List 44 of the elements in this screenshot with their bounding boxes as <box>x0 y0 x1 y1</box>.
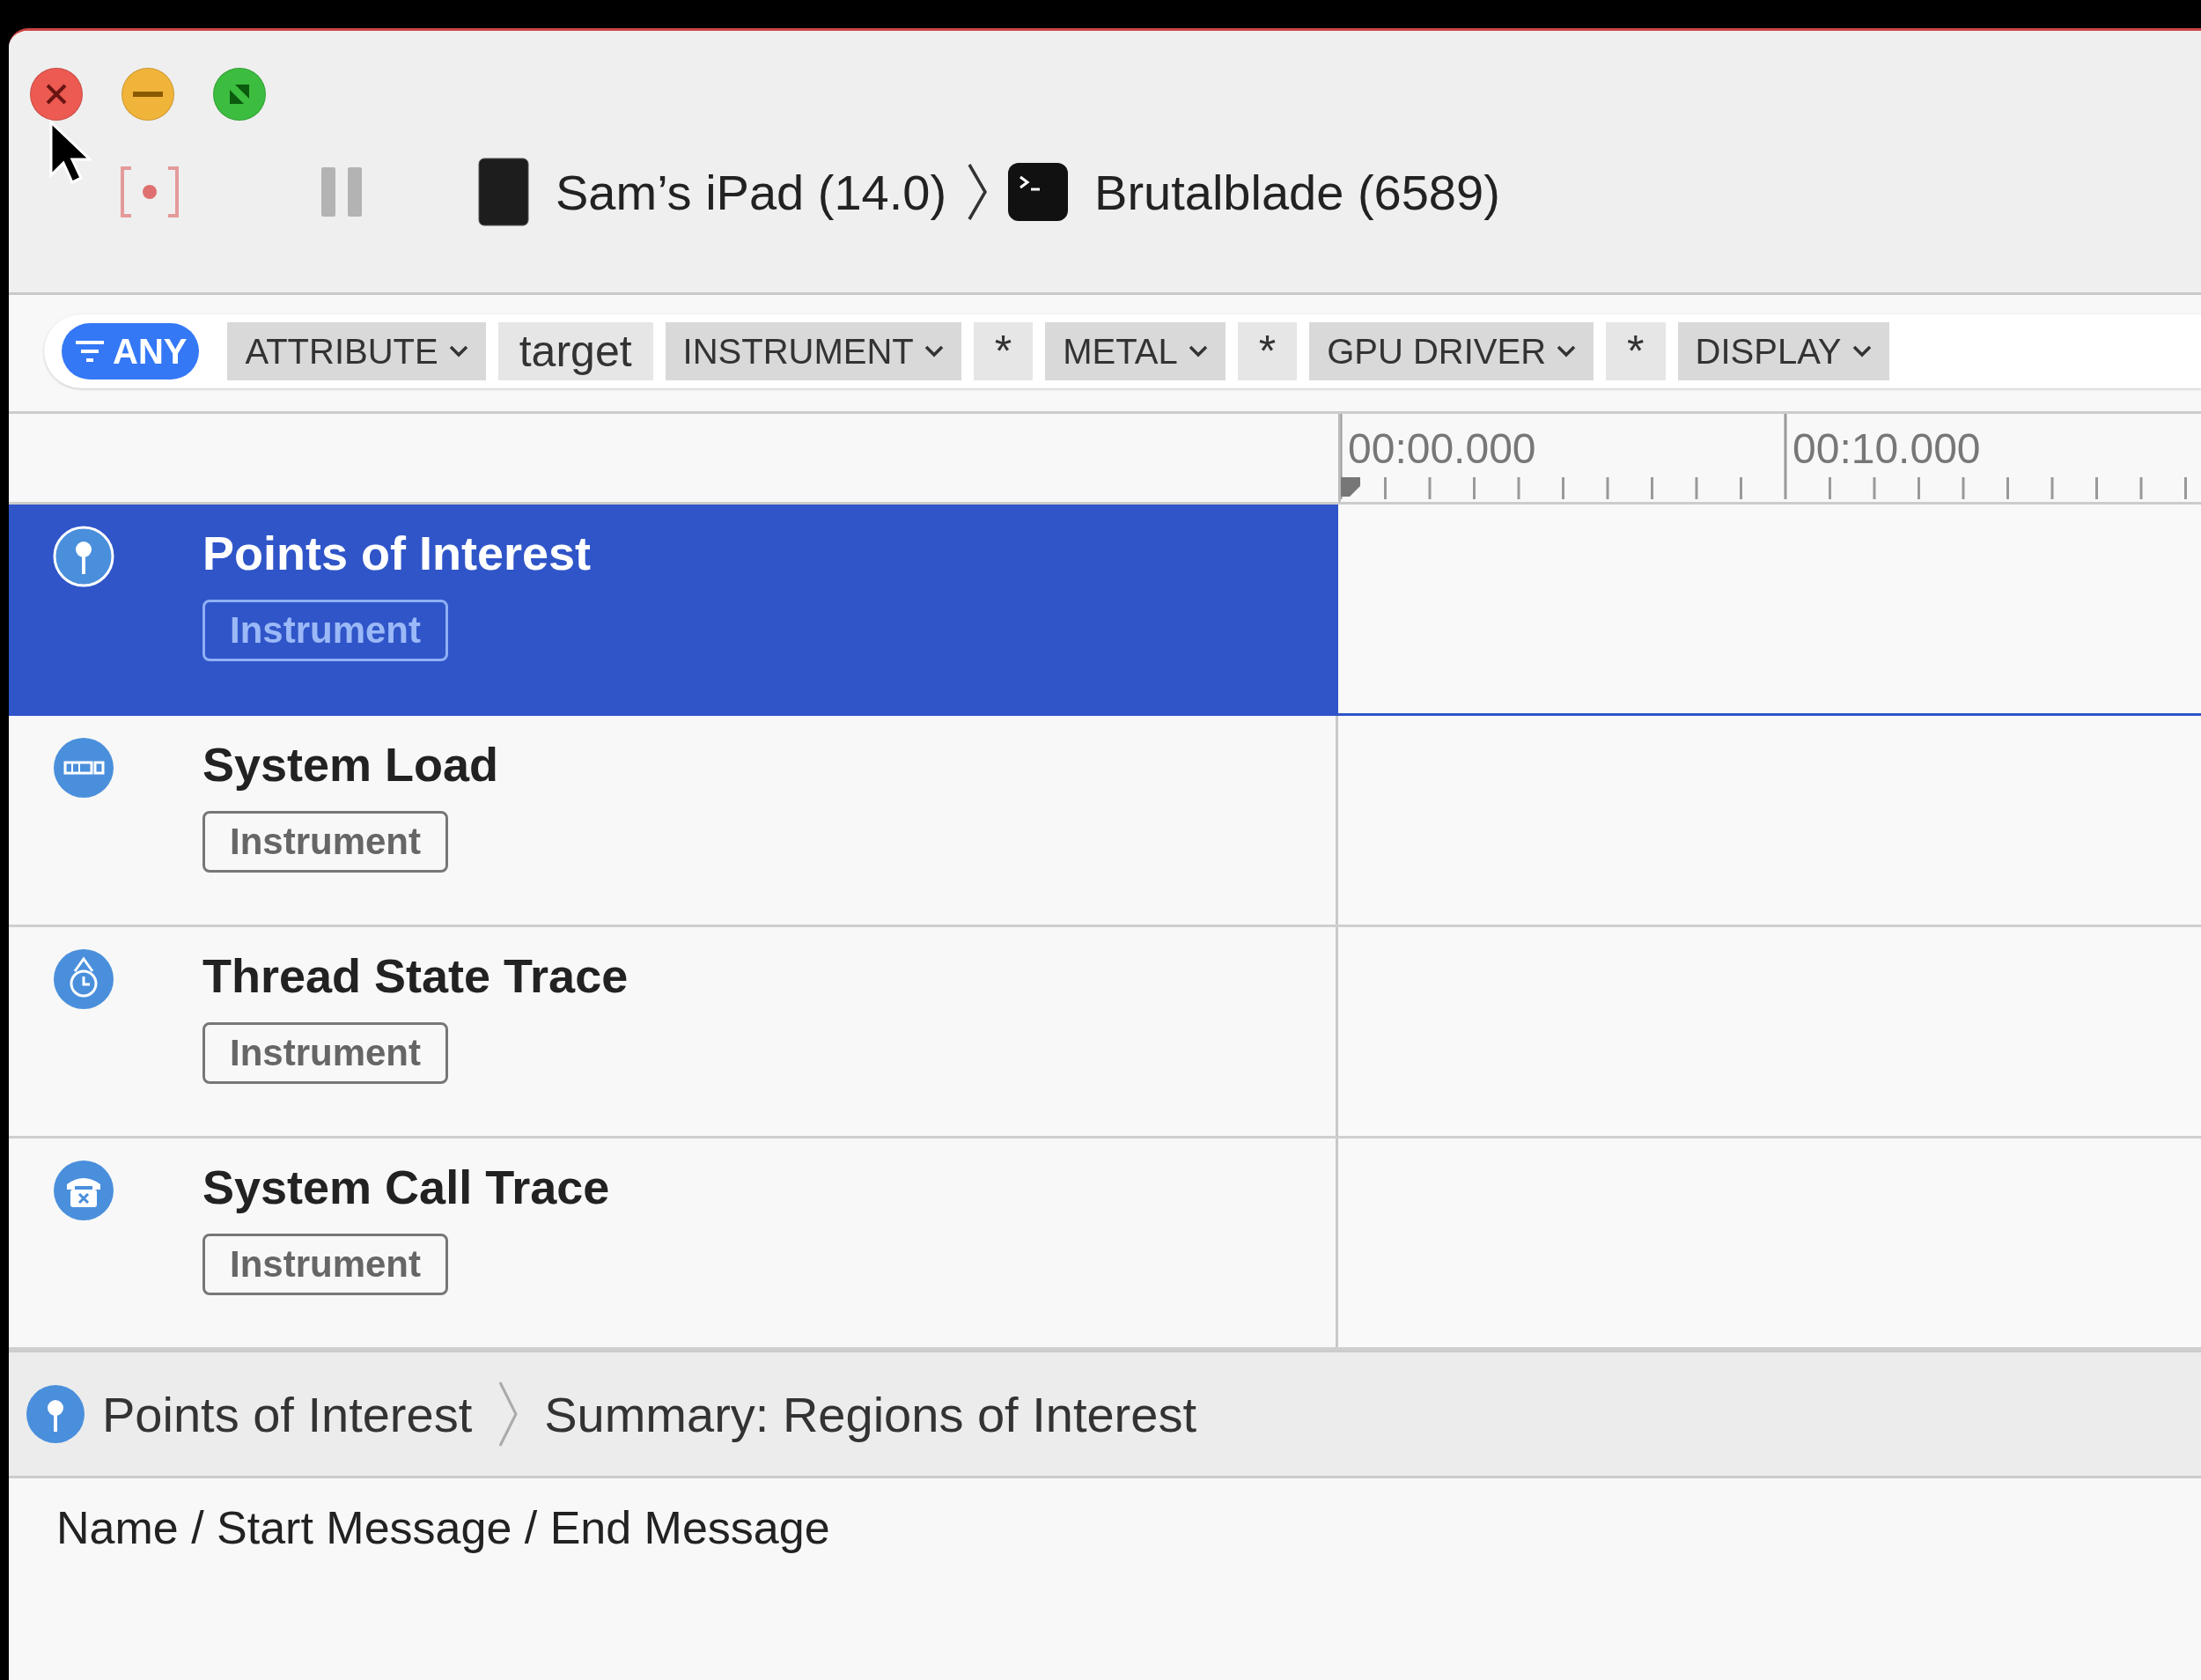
breadcrumb-item[interactable]: Summary: Regions of Interest <box>544 1385 1196 1443</box>
gauge-icon <box>53 737 114 799</box>
terminal-icon <box>1008 163 1069 221</box>
breadcrumb-item[interactable]: Points of Interest <box>102 1385 473 1443</box>
process-name[interactable]: Brutalblade (6589) <box>1094 163 1500 221</box>
track-name: Points of Interest <box>202 526 592 580</box>
chevron-down-icon <box>1557 345 1577 357</box>
chevron-down-icon <box>924 345 944 357</box>
filter-dropdown[interactable]: INSTRUMENT <box>665 322 961 380</box>
instrument-tag: Instrument <box>202 1234 448 1295</box>
clock-icon <box>53 948 114 1010</box>
device-name[interactable]: Sam’s iPad (14.0) <box>556 163 947 221</box>
filter-value[interactable]: * <box>1237 322 1298 380</box>
column-header[interactable]: Name / Start Message / End Message <box>56 1502 830 1553</box>
instrument-tag: Instrument <box>202 1022 448 1084</box>
telephone-icon <box>53 1160 114 1221</box>
filter-value[interactable]: target <box>497 322 653 380</box>
filter-icon <box>74 339 106 364</box>
record-icon[interactable] <box>119 165 180 219</box>
filter-dropdown[interactable]: GPU DRIVER <box>1309 322 1594 380</box>
track-name: System Load <box>202 737 499 792</box>
filter-dropdown[interactable]: METAL <box>1045 322 1226 380</box>
instrument-tag: Instrument <box>202 811 448 873</box>
chevron-down-icon <box>448 345 468 357</box>
minimize-icon <box>133 90 163 99</box>
mouse-pointer-icon <box>48 119 92 186</box>
time-label: 00:00.000 <box>1348 424 1536 473</box>
chevron-down-icon <box>1851 345 1872 357</box>
pin-icon <box>53 526 114 587</box>
time-label: 00:10.000 <box>1792 424 1981 473</box>
filter-dropdown[interactable]: ATTRIBUTE <box>227 322 486 380</box>
pin-icon <box>25 1383 86 1445</box>
window-zoom-button[interactable] <box>213 68 266 121</box>
filter-scope-button[interactable]: ANY <box>62 323 200 379</box>
window-close-button[interactable] <box>30 68 83 121</box>
filter-dropdown[interactable]: DISPLAY <box>1677 322 1889 380</box>
filter-value[interactable]: * <box>1606 322 1666 380</box>
tablet-icon <box>478 158 529 226</box>
track-name: System Call Trace <box>202 1160 610 1214</box>
filter-value[interactable]: * <box>973 322 1034 380</box>
chevron-down-icon <box>1188 345 1208 357</box>
track-name: Thread State Trace <box>202 948 629 1003</box>
instrument-tag: Instrument <box>202 600 448 661</box>
window-minimize-button[interactable] <box>121 68 174 121</box>
